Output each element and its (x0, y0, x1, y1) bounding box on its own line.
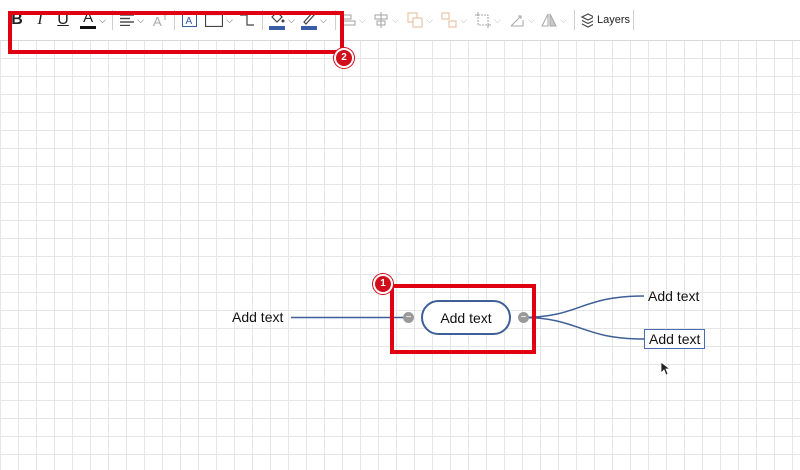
connector-right-top (521, 295, 645, 319)
connector-right-bottom (521, 316, 645, 340)
mindmap-connectors (291, 295, 645, 340)
right-topic-top[interactable]: Add text (648, 288, 699, 304)
callout-marker-1: 1 (373, 274, 393, 294)
left-topic[interactable]: Add text (232, 309, 283, 325)
right-topic-bottom-selected[interactable]: Add text (644, 329, 706, 349)
mouse-cursor-icon (660, 361, 672, 376)
callout-box-central-topic (390, 284, 536, 354)
